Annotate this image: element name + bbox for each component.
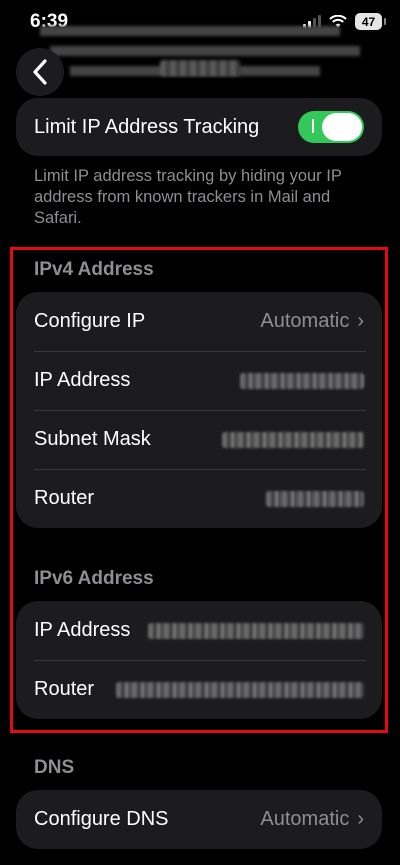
toggle-knob: [322, 113, 362, 141]
ipv4-address-value-redacted: [240, 372, 364, 389]
ipv4-section-header: IPv4 Address: [34, 259, 154, 280]
ipv6-address-label: IP Address: [34, 619, 131, 641]
ipv6-router-label: Router: [34, 678, 95, 700]
ipv4-card: Configure IP Automatic › IP Address Subn…: [16, 292, 382, 528]
configure-ip-label: Configure IP: [34, 310, 146, 332]
network-name-redacted: [160, 60, 240, 76]
ipv6-router-value-redacted: [116, 681, 364, 698]
subnet-mask-row: Subnet Mask: [16, 410, 382, 469]
chevron-right-icon: ›: [357, 808, 364, 830]
toggle-on-mark: [312, 119, 314, 133]
ipv4-address-label: IP Address: [34, 369, 131, 391]
limit-ip-footnote: Limit IP address tracking by hiding your…: [34, 167, 342, 227]
configure-ip-value: Automatic: [260, 310, 350, 332]
limit-ip-label: Limit IP Address Tracking: [34, 115, 260, 138]
configure-dns-row[interactable]: Configure DNS Automatic ›: [16, 790, 382, 849]
chevron-left-icon: [33, 59, 47, 85]
back-button[interactable]: [16, 48, 64, 96]
limit-ip-card: Limit IP Address Tracking: [16, 98, 382, 156]
ipv4-router-value-redacted: [266, 490, 364, 507]
subnet-mask-label: Subnet Mask: [34, 428, 151, 450]
limit-ip-row: Limit IP Address Tracking: [16, 98, 382, 156]
ipv6-router-row: Router: [16, 660, 382, 719]
ipv4-address-row: IP Address: [16, 351, 382, 410]
configure-dns-label: Configure DNS: [34, 808, 169, 830]
ipv6-card: IP Address Router: [16, 601, 382, 719]
ipv6-address-row: IP Address: [16, 601, 382, 660]
ipv4-router-label: Router: [34, 487, 95, 509]
dns-card: Configure DNS Automatic ›: [16, 790, 382, 849]
limit-ip-toggle[interactable]: [298, 111, 364, 143]
dns-section-header: DNS: [34, 757, 75, 778]
configure-dns-value: Automatic: [260, 808, 350, 830]
chevron-right-icon: ›: [357, 310, 364, 332]
configure-ip-row[interactable]: Configure IP Automatic ›: [16, 292, 382, 351]
ipv4-router-row: Router: [16, 469, 382, 528]
subnet-mask-value-redacted: [222, 431, 364, 448]
ipv6-section-header: IPv6 Address: [34, 568, 154, 589]
ipv6-address-value-redacted: [148, 622, 364, 639]
